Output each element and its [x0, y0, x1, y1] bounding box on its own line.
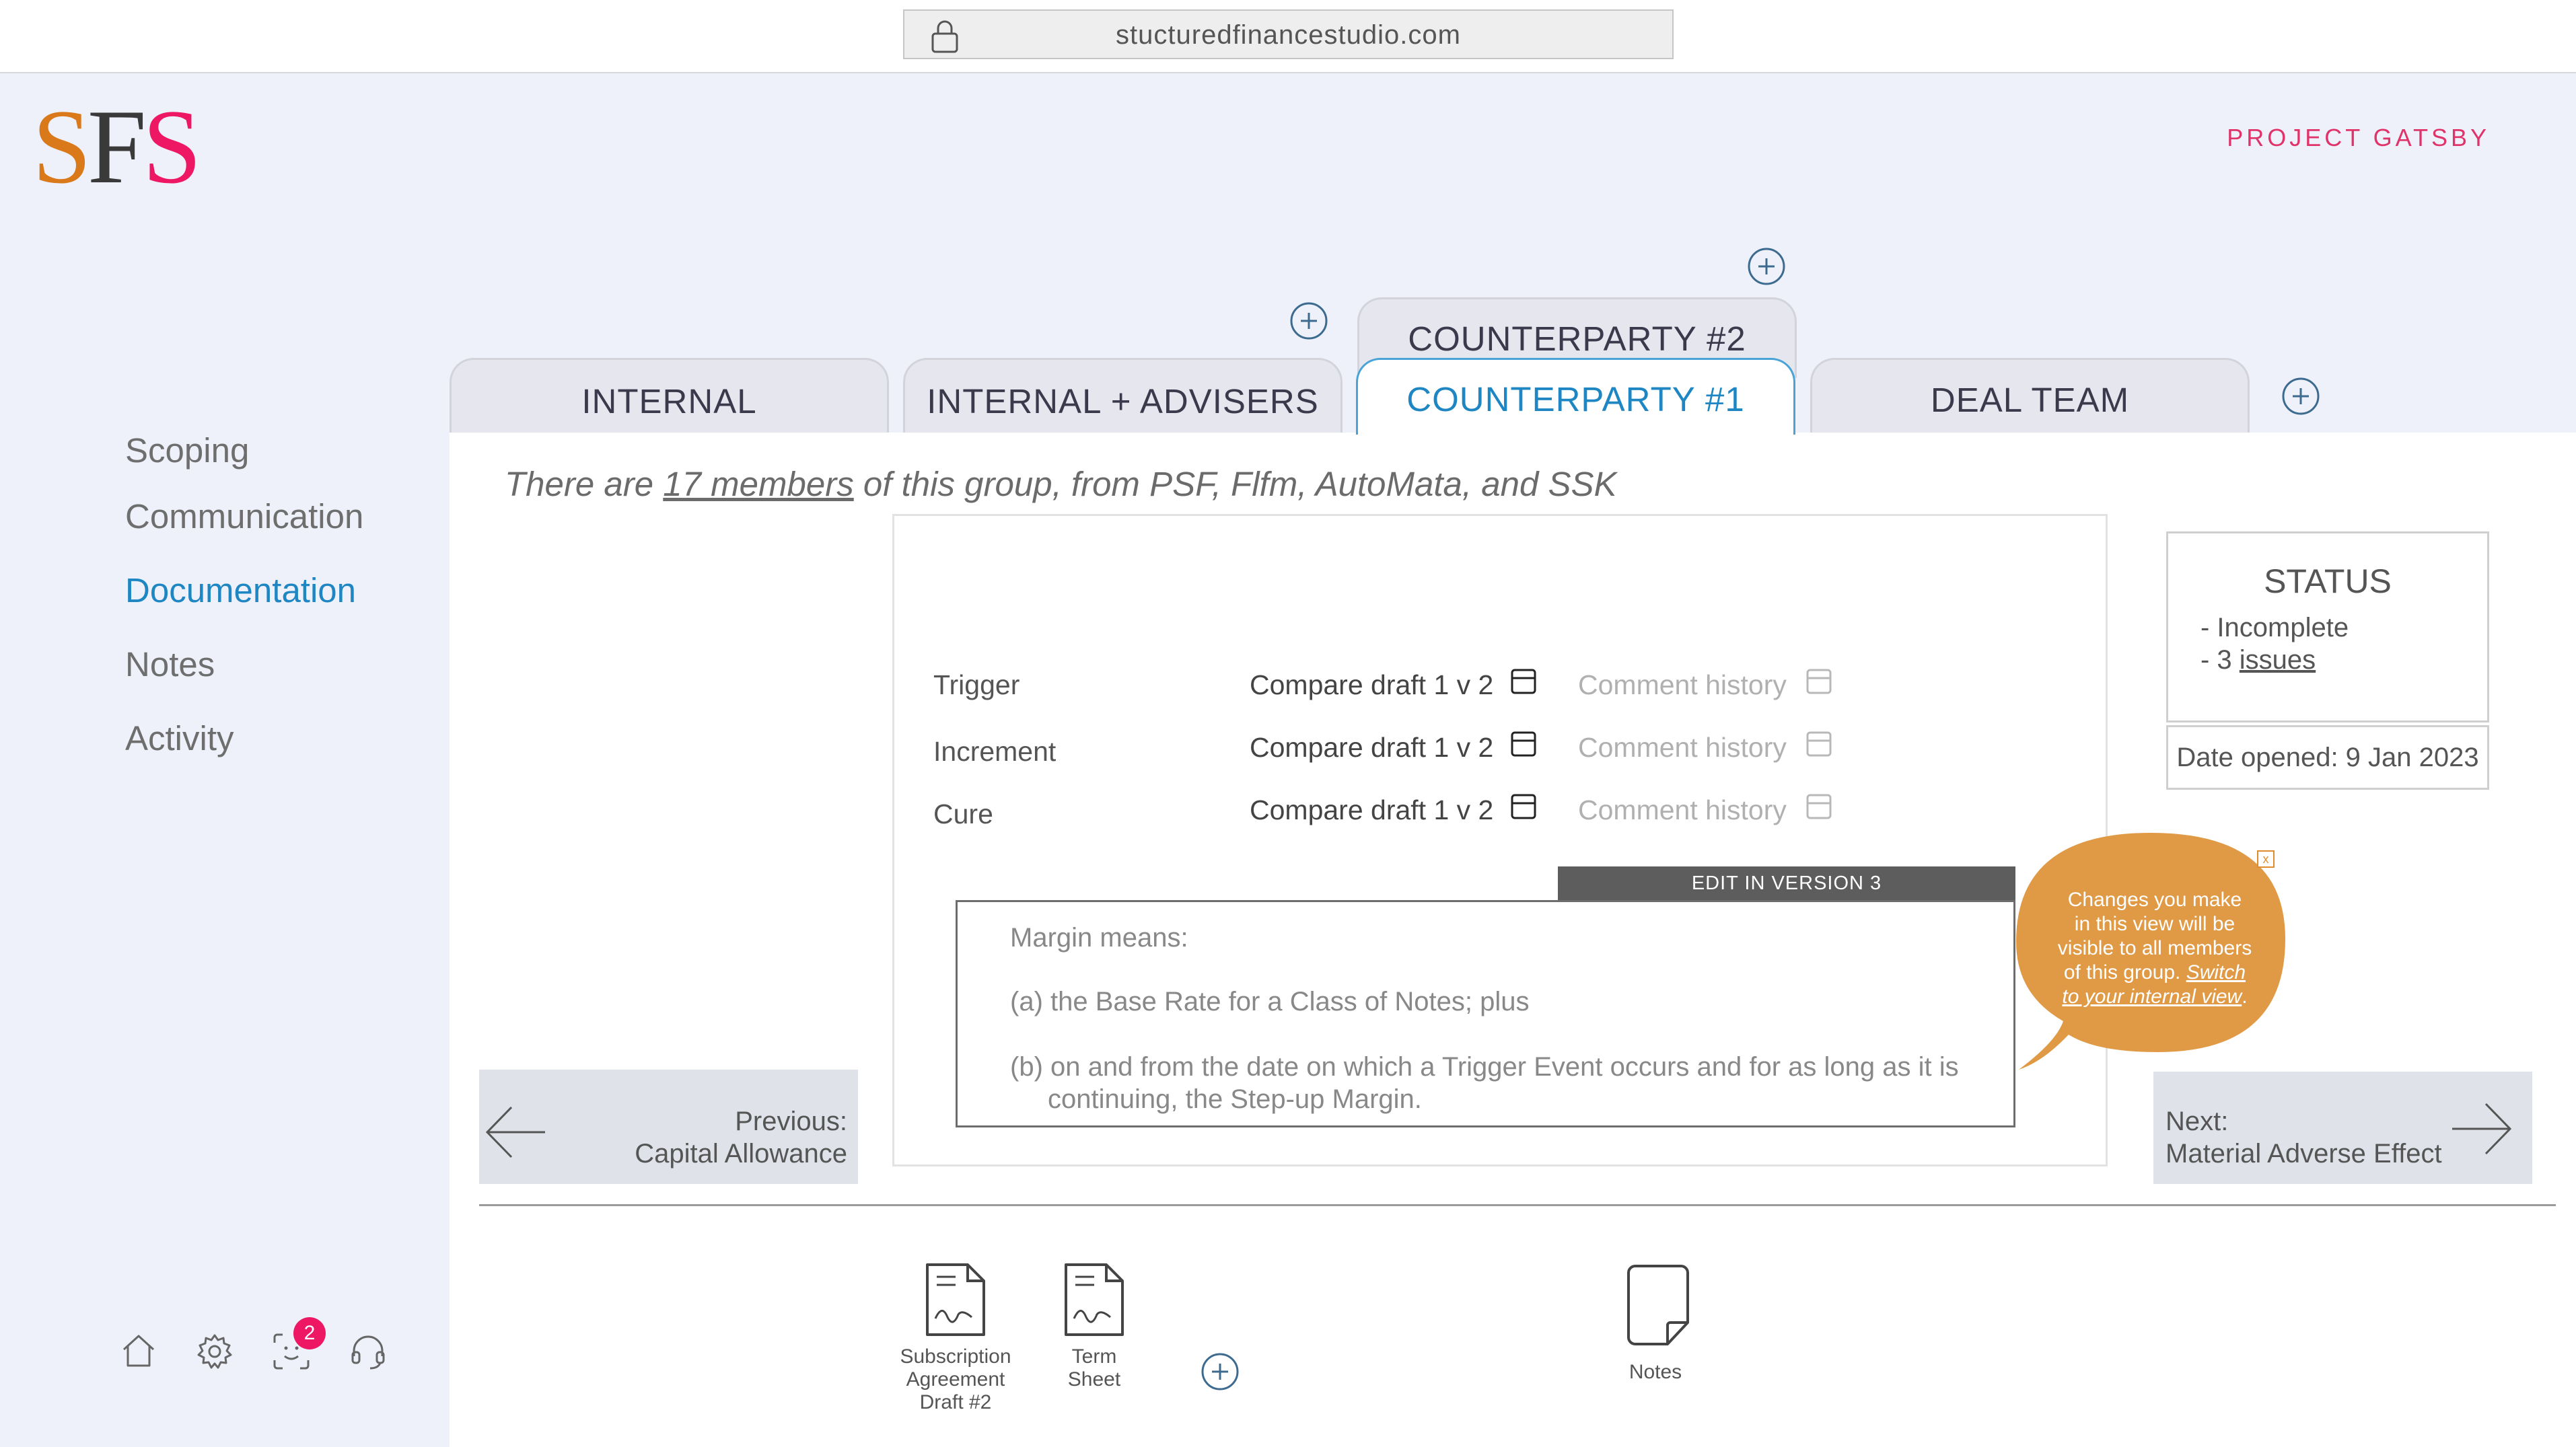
attachment-label-line: Sheet [1067, 1368, 1121, 1390]
home-icon[interactable] [120, 1332, 157, 1370]
status-issues: - 3 issues [2201, 645, 2316, 675]
tooltip-line: to your internal view. [2047, 985, 2262, 1009]
comment-panel-icon[interactable] [1805, 793, 1832, 820]
edit-in-version-button[interactable]: EDIT IN VERSION 3 [1558, 866, 2015, 900]
group-members-info: There are 17 members of this group, from… [505, 464, 1617, 504]
sidebar-item-notes[interactable]: Notes [125, 644, 215, 684]
add-tab-plus-icon[interactable] [1747, 247, 1786, 286]
compare-panel-icon[interactable] [1510, 731, 1537, 757]
document-icon[interactable] [923, 1262, 988, 1337]
url-text: stucturedfinancestudio.com [1116, 20, 1461, 50]
tooltip-text-part: . [2242, 986, 2248, 1008]
members-suffix: of this group, from PSF, Flfm, AutoMata,… [853, 465, 1617, 503]
compare-panel-icon[interactable] [1510, 668, 1537, 695]
comment-history-link[interactable]: Comment history [1578, 794, 1787, 826]
clause-para: (b) on and from the date on which a Trig… [1010, 1052, 1959, 1082]
members-prefix: There are [505, 465, 664, 503]
note-icon[interactable] [1626, 1263, 1690, 1347]
switch-view-link[interactable]: Switch [2186, 961, 2246, 984]
attachment-label-line: Agreement [906, 1368, 1005, 1390]
status-incomplete: - Incomplete [2201, 613, 2349, 642]
section-divider [479, 1204, 2556, 1206]
document-icon[interactable] [1062, 1262, 1126, 1337]
previous-title: Capital Allowance [635, 1139, 847, 1168]
switch-view-link[interactable]: to your internal view [2062, 986, 2242, 1008]
clause-para: Margin means: [1010, 923, 1188, 953]
tooltip-line: visible to all members [2057, 937, 2252, 959]
logo-letter-s2: S [142, 88, 202, 206]
attachment-label-line: Term [1071, 1345, 1117, 1368]
issues-prefix: - 3 [2201, 645, 2240, 675]
next-button[interactable]: Next: Material Adverse Effect [2153, 1072, 2532, 1184]
comment-panel-icon[interactable] [1805, 668, 1832, 695]
tooltip-line: of this group. Switch [2047, 961, 2262, 985]
add-tab-plus-icon[interactable] [2281, 377, 2320, 416]
comment-panel-icon[interactable] [1805, 731, 1832, 757]
sidebar-item-activity[interactable]: Activity [125, 718, 234, 758]
next-label: Next: [2166, 1107, 2229, 1136]
comment-history-link[interactable]: Comment history [1578, 669, 1787, 701]
sidebar-item-documentation[interactable]: Documentation [125, 570, 356, 610]
previous-button[interactable]: Previous: Capital Allowance [479, 1070, 858, 1184]
previous-label: Previous: [735, 1107, 847, 1136]
clause-para: (a) the Base Rate for a Class of Notes; … [1010, 987, 1530, 1016]
arrow-right-icon [2449, 1100, 2514, 1158]
status-title: STATUS [2264, 562, 2392, 600]
arrow-left-icon [483, 1103, 548, 1161]
close-icon[interactable]: x [2257, 850, 2275, 868]
tooltip-text-part: of this group. [2063, 961, 2186, 984]
notification-badge: 2 [293, 1317, 326, 1349]
add-tab-plus-icon[interactable] [1289, 301, 1328, 340]
gear-icon[interactable] [195, 1332, 234, 1371]
logo-letter-s1: S [32, 88, 92, 206]
row-label-cure: Cure [933, 799, 993, 829]
attachment-label-line: Draft #2 [919, 1391, 992, 1413]
tab-internal[interactable]: INTERNAL [450, 358, 889, 433]
tooltip-line: Changes you make [2067, 889, 2242, 911]
row-label-trigger: Trigger [933, 669, 1020, 700]
compare-link[interactable]: Compare draft 1 v 2 [1250, 669, 1493, 701]
attachment-label[interactable]: Term Sheet [1040, 1345, 1148, 1391]
headset-icon[interactable] [349, 1332, 388, 1371]
status-panel: STATUS - Incomplete - 3 issues [2166, 531, 2489, 722]
issues-link[interactable]: issues [2240, 645, 2316, 675]
next-title: Material Adverse Effect [2166, 1139, 2442, 1168]
tab-internal-advisers[interactable]: INTERNAL + ADVISERS [903, 358, 1343, 433]
add-attachment-plus-icon[interactable] [1201, 1352, 1240, 1391]
tab-deal-team[interactable]: DEAL TEAM [1810, 358, 2250, 433]
address-bar[interactable]: stucturedfinancestudio.com [903, 9, 1674, 59]
attachment-label[interactable]: Subscription Agreement Draft #2 [888, 1345, 1023, 1414]
row-label-increment: Increment [933, 736, 1057, 767]
attachment-label[interactable]: Notes [1602, 1361, 1709, 1384]
logo-letter-f: F [87, 88, 147, 206]
browser-bar: stucturedfinancestudio.com [0, 0, 2576, 73]
compare-panel-icon[interactable] [1510, 793, 1537, 820]
attachment-label-line: Subscription [900, 1345, 1011, 1368]
date-opened: Date opened: 9 Jan 2023 [2166, 725, 2489, 790]
tooltip-line: in this view will be [2074, 913, 2235, 935]
project-name[interactable]: PROJECT GATSBY [2227, 124, 2490, 152]
compare-link[interactable]: Compare draft 1 v 2 [1250, 794, 1493, 826]
compare-link[interactable]: Compare draft 1 v 2 [1250, 732, 1493, 764]
sidebar-item-communication[interactable]: Communication [125, 496, 363, 536]
tooltip-text: Changes you make in this view will be vi… [2047, 888, 2262, 1009]
sidebar-item-scoping[interactable]: Scoping [125, 431, 249, 470]
clause-para: continuing, the Step-up Margin. [1048, 1084, 1422, 1114]
sfs-logo[interactable]: SFS [32, 94, 202, 200]
comment-history-link[interactable]: Comment history [1578, 732, 1787, 764]
clause-text-editor[interactable]: Margin means: (a) the Base Rate for a Cl… [956, 900, 2015, 1127]
tab-counterparty-1[interactable]: COUNTERPARTY #1 [1356, 358, 1795, 435]
members-link[interactable]: 17 members [663, 465, 853, 503]
